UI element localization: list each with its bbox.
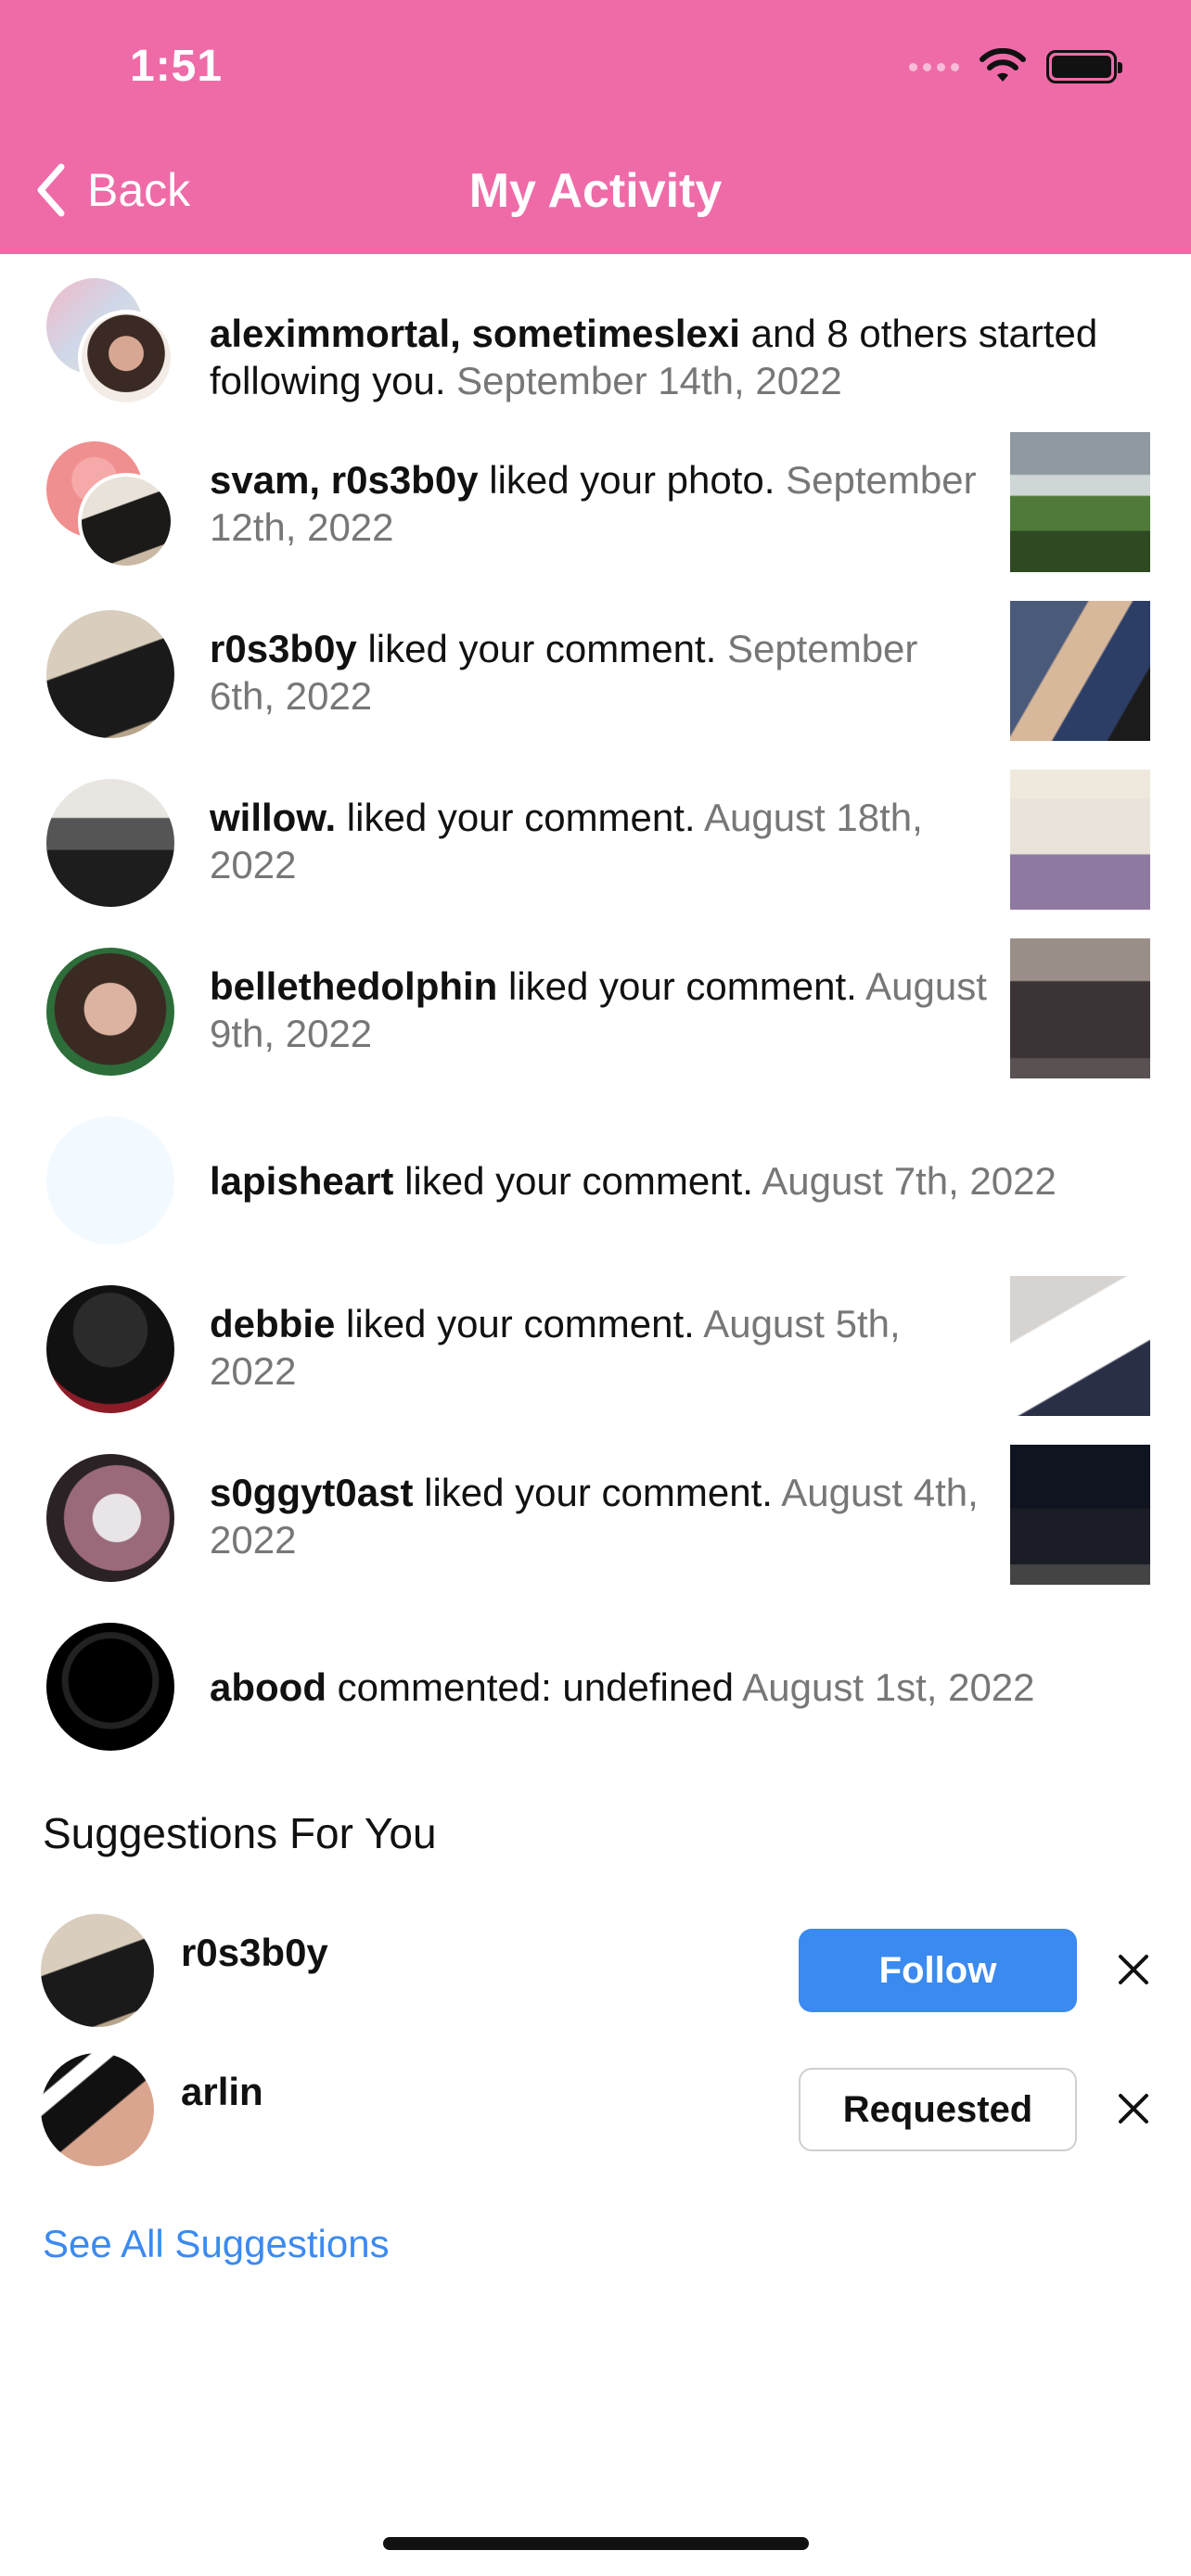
avatar [46,779,174,907]
post-thumbnail[interactable] [1010,1276,1150,1416]
follow-button[interactable]: Follow [799,1929,1077,2012]
activity-text: lapisheart liked your comment. August 7t… [210,1157,1156,1205]
activity-names: svam, r0s3b0y [210,458,479,502]
activity-text: willow. liked your comment. August 18th,… [210,794,989,888]
activity-text: s0ggyt0ast liked your comment. August 4t… [210,1469,989,1563]
activity-action: liked your comment. [393,1159,753,1203]
page-title: My Activity [468,164,723,218]
close-icon[interactable] [1111,1947,1156,1992]
activity-names: abood [210,1665,327,1709]
activity-text: svam, r0s3b0y liked your photo. Septembe… [210,456,989,551]
activity-action: liked your comment. [356,627,717,670]
see-all-suggestions-link[interactable]: See All Suggestions [43,2222,390,2266]
post-thumbnail[interactable] [1010,601,1150,741]
avatar [46,610,174,738]
activity-row[interactable]: r0s3b0y liked your comment. September 6t… [0,601,1191,749]
activity-names: aleximmortal, sometimeslexi [210,312,740,355]
suggestion-name[interactable]: arlin [181,2070,263,2114]
battery-icon [1046,50,1122,83]
activity-names: lapisheart [210,1159,394,1203]
status-icons [909,48,1122,85]
activity-row[interactable]: lapisheart liked your comment. August 7t… [0,1107,1191,1256]
avatar [46,948,174,1076]
activity-row[interactable]: abood commented: undefined August 1st, 2… [0,1613,1191,1762]
post-thumbnail[interactable] [1010,432,1150,572]
activity-names: s0ggyt0ast [210,1471,414,1514]
wifi-icon [980,48,1026,82]
post-thumbnail[interactable] [1010,938,1150,1078]
activity-time: August 1st, 2022 [742,1665,1035,1709]
post-thumbnail[interactable] [1010,1445,1150,1585]
status-time: 1:51 [130,42,224,91]
activity-row[interactable]: bellethedolphin liked your comment. Augu… [0,938,1191,1087]
avatar [46,1285,174,1413]
suggestion-name[interactable]: r0s3b0y [181,1931,328,1975]
header-bar: 1:51 Back My Activity [0,0,1191,254]
home-indicator[interactable] [383,2537,809,2550]
activity-names: bellethedolphin [210,964,498,1008]
signal-icon [909,62,959,71]
avatar[interactable] [41,2053,154,2166]
suggestion-row: r0s3b0y Follow [0,1914,1191,2027]
activity-row[interactable]: s0ggyt0ast liked your comment. August 4t… [0,1445,1191,1593]
suggestion-row: arlin Requested [0,2053,1191,2166]
activity-names: willow. [210,796,337,839]
activity-row[interactable]: svam, r0s3b0y liked your photo. Septembe… [0,432,1191,580]
activity-row[interactable]: debbie liked your comment. August 5th, 2… [0,1276,1191,1424]
activity-action: liked your comment. [413,1471,773,1514]
activity-row[interactable]: aleximmortal, sometimeslexi and 8 others… [0,273,1191,406]
avatar [78,473,174,569]
activity-text: aleximmortal, sometimeslexi and 8 others… [210,310,1156,404]
activity-action: liked your photo. [478,458,775,502]
activity-action: liked your comment. [335,1302,695,1345]
requested-button[interactable]: Requested [799,2068,1077,2151]
avatar [46,1116,174,1244]
activity-text: abood commented: undefined August 1st, 2… [210,1664,1156,1711]
activity-time: September 14th, 2022 [456,359,842,402]
suggestions-title: Suggestions For You [43,1809,437,1857]
avatar[interactable] [41,1914,154,2027]
activity-time: August 7th, 2022 [762,1159,1057,1203]
avatar [46,1623,174,1751]
activity-action: liked your comment. [336,796,696,839]
activity-row[interactable]: willow. liked your comment. August 18th,… [0,770,1191,918]
activity-action: liked your comment. [497,964,857,1008]
activity-text: debbie liked your comment. August 5th, 2… [210,1300,989,1395]
avatar [46,1454,174,1582]
activity-action: commented: undefined [326,1665,734,1709]
activity-names: debbie [210,1302,336,1345]
close-icon[interactable] [1111,2086,1156,2131]
avatar [78,310,174,406]
activity-text: bellethedolphin liked your comment. Augu… [210,963,989,1057]
post-thumbnail[interactable] [1010,770,1150,910]
activity-text: r0s3b0y liked your comment. September 6t… [210,625,989,720]
activity-names: r0s3b0y [210,627,357,670]
